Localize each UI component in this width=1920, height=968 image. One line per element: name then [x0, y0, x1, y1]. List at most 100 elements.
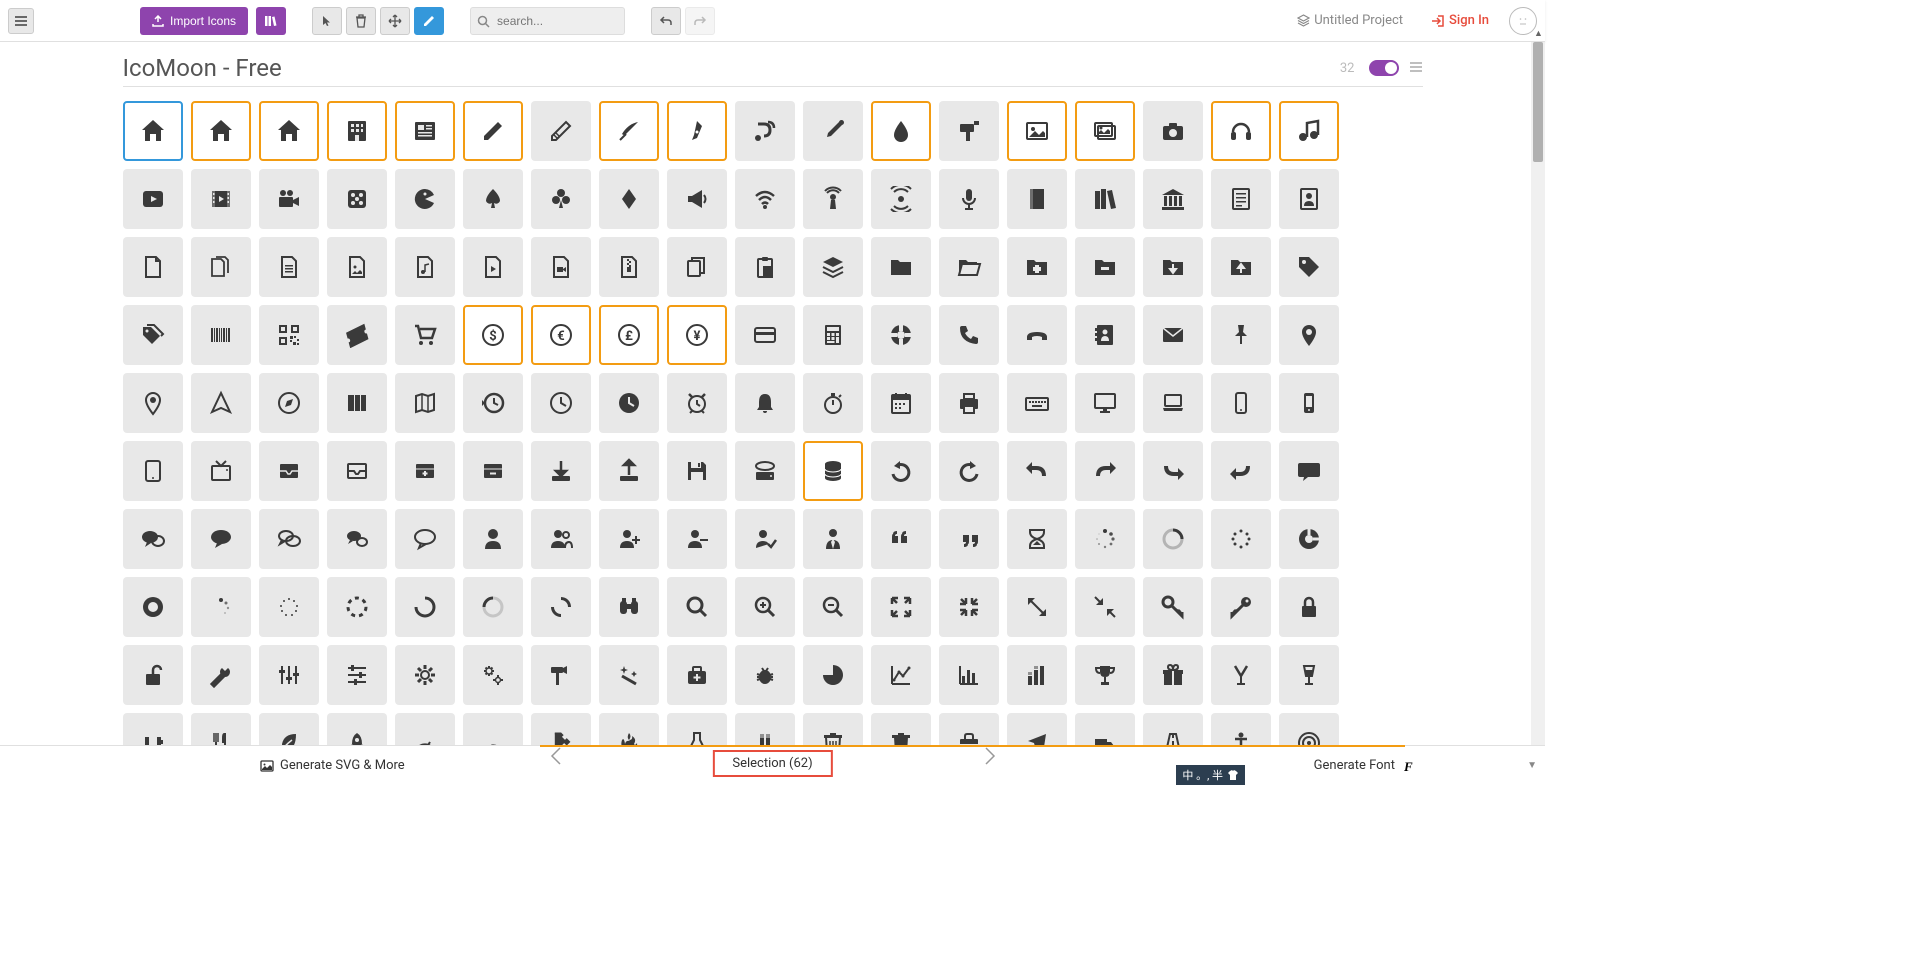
coin-dollar-icon[interactable]: [463, 305, 523, 365]
bubbles4-icon[interactable]: [395, 509, 455, 569]
connection-icon[interactable]: [735, 169, 795, 229]
spinner8-icon[interactable]: [327, 577, 387, 637]
binoculars-icon[interactable]: [599, 577, 659, 637]
magic-wand-icon[interactable]: [599, 645, 659, 705]
tablet-icon[interactable]: [123, 441, 183, 501]
pacman-icon[interactable]: [395, 169, 455, 229]
file-picture-icon[interactable]: [327, 237, 387, 297]
cart-icon[interactable]: [395, 305, 455, 365]
spinner2-icon[interactable]: [1143, 509, 1203, 569]
user-minus-icon[interactable]: [667, 509, 727, 569]
phone-hang-up-icon[interactable]: [1007, 305, 1067, 365]
search-input[interactable]: [470, 7, 625, 35]
quotes-left-icon[interactable]: [871, 509, 931, 569]
diamonds-icon[interactable]: [599, 169, 659, 229]
hammer-icon[interactable]: [531, 645, 591, 705]
library-icon[interactable]: [1143, 169, 1203, 229]
chevron-right-icon[interactable]: [982, 744, 998, 768]
pen-icon[interactable]: [667, 101, 727, 161]
calculator-icon[interactable]: [803, 305, 863, 365]
bell-icon[interactable]: [735, 373, 795, 433]
ticket-icon[interactable]: [327, 305, 387, 365]
spinner7-icon[interactable]: [259, 577, 319, 637]
lab-icon[interactable]: [667, 713, 727, 745]
generate-font-button[interactable]: Generate Font F: [1314, 758, 1415, 773]
book-icon[interactable]: [1007, 169, 1067, 229]
image-icon[interactable]: [1007, 101, 1067, 161]
clock-icon[interactable]: [531, 373, 591, 433]
zoom-out-icon[interactable]: [803, 577, 863, 637]
film-icon[interactable]: [191, 169, 251, 229]
bubbles2-icon[interactable]: [259, 509, 319, 569]
drawer2-icon[interactable]: [327, 441, 387, 501]
copy-icon[interactable]: [667, 237, 727, 297]
calendar-icon[interactable]: [871, 373, 931, 433]
equalizer2-icon[interactable]: [327, 645, 387, 705]
pushpin-icon[interactable]: [1211, 305, 1271, 365]
headphones-icon[interactable]: [1211, 101, 1271, 161]
shrink2-icon[interactable]: [1075, 577, 1135, 637]
accessibility-icon[interactable]: [1211, 713, 1271, 745]
keyboard-icon[interactable]: [1007, 373, 1067, 433]
price-tag-icon[interactable]: [1279, 237, 1339, 297]
pencil-icon[interactable]: [463, 101, 523, 161]
bullhorn-icon[interactable]: [667, 169, 727, 229]
floppy-disk-icon[interactable]: [667, 441, 727, 501]
clock2-icon[interactable]: [599, 373, 659, 433]
main-menu-button[interactable]: [8, 8, 34, 34]
map-icon[interactable]: [327, 373, 387, 433]
map2-icon[interactable]: [395, 373, 455, 433]
video-camera-icon[interactable]: [259, 169, 319, 229]
music-icon[interactable]: [1279, 101, 1339, 161]
zoom-in-icon[interactable]: [735, 577, 795, 637]
home3-icon[interactable]: [259, 101, 319, 161]
stats-bars-icon[interactable]: [939, 645, 999, 705]
spinner-icon[interactable]: [1075, 509, 1135, 569]
key-icon[interactable]: [1143, 577, 1203, 637]
download-icon[interactable]: [531, 441, 591, 501]
laptop-icon[interactable]: [1143, 373, 1203, 433]
barcode-icon[interactable]: [191, 305, 251, 365]
unlocked-icon[interactable]: [123, 645, 183, 705]
eyedropper-icon[interactable]: [803, 101, 863, 161]
truck-icon[interactable]: [1075, 713, 1135, 745]
user-tie-icon[interactable]: [803, 509, 863, 569]
user-check-icon[interactable]: [735, 509, 795, 569]
upload-icon[interactable]: [599, 441, 659, 501]
alarm-icon[interactable]: [667, 373, 727, 433]
road-icon[interactable]: [1143, 713, 1203, 745]
folder-minus-icon[interactable]: [1075, 237, 1135, 297]
shrink-icon[interactable]: [939, 577, 999, 637]
spinner5-icon[interactable]: [123, 577, 183, 637]
clubs-icon[interactable]: [531, 169, 591, 229]
spoon-knife-icon[interactable]: [191, 713, 251, 745]
spinner9-icon[interactable]: [395, 577, 455, 637]
search-icon[interactable]: [667, 577, 727, 637]
chevron-left-icon[interactable]: [548, 744, 564, 768]
lifebuoy-icon[interactable]: [871, 305, 931, 365]
file-video-icon[interactable]: [531, 237, 591, 297]
undo-button[interactable]: [651, 7, 681, 35]
equalizer-icon[interactable]: [259, 645, 319, 705]
project-menu[interactable]: Untitled Project: [1297, 13, 1403, 28]
users-icon[interactable]: [531, 509, 591, 569]
quill-icon[interactable]: [599, 101, 659, 161]
ime-indicator[interactable]: 中 。, 半: [1176, 765, 1245, 785]
hour-glass-icon[interactable]: [1007, 509, 1067, 569]
fire-icon[interactable]: [599, 713, 659, 745]
file-text2-icon[interactable]: [259, 237, 319, 297]
file-empty-icon[interactable]: [123, 237, 183, 297]
edit-tool-button[interactable]: [414, 7, 444, 35]
icon-library-button[interactable]: [256, 7, 286, 35]
stats-dots-icon[interactable]: [871, 645, 931, 705]
qrcode-icon[interactable]: [259, 305, 319, 365]
scrollbar-thumb[interactable]: [1533, 42, 1543, 162]
quotes-right-icon[interactable]: [939, 509, 999, 569]
generate-svg-button[interactable]: Generate SVG & More: [260, 758, 405, 773]
wrench-icon[interactable]: [191, 645, 251, 705]
enlarge-icon[interactable]: [871, 577, 931, 637]
folder-plus-icon[interactable]: [1007, 237, 1067, 297]
lock-icon[interactable]: [1279, 577, 1339, 637]
office-icon[interactable]: [327, 101, 387, 161]
coin-yen-icon[interactable]: [667, 305, 727, 365]
